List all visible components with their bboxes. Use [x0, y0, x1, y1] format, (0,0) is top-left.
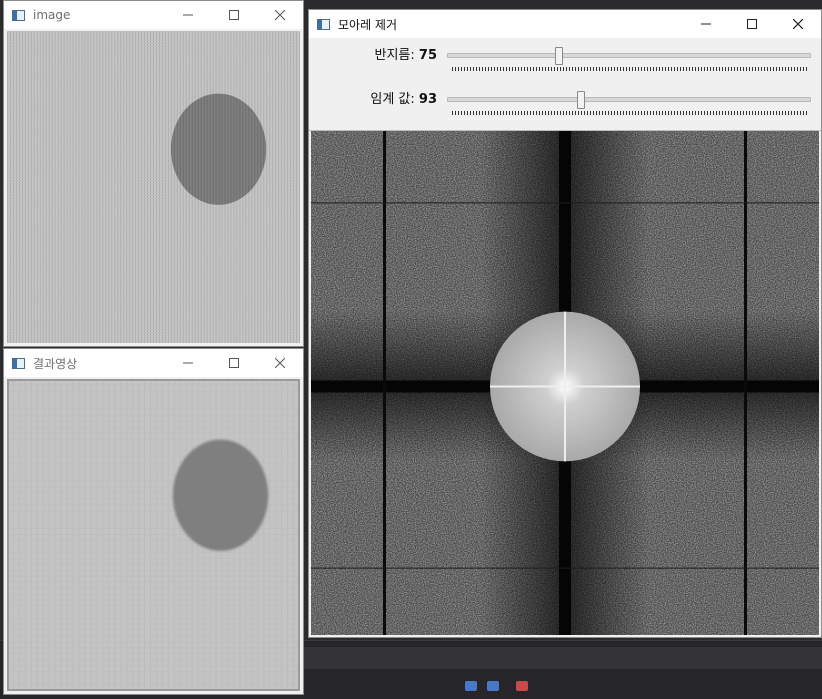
maximize-icon[interactable]: [211, 349, 257, 377]
app-icon: [12, 9, 25, 21]
radius-trackbar: 반지름: 75: [309, 38, 821, 82]
input-image: [7, 31, 300, 343]
trackbar-thumb[interactable]: [577, 91, 586, 109]
taskbar-glyph: [516, 681, 528, 691]
trackbar-track[interactable]: [447, 91, 811, 109]
result-window: 결과영상: [3, 348, 304, 695]
title-bar[interactable]: 모아레 제거: [309, 10, 821, 38]
trackbar-track[interactable]: [447, 47, 811, 65]
result-image: [5, 377, 302, 693]
trackbar-ticks: [452, 67, 807, 71]
trackbar-label: 임계 값: 93: [370, 92, 437, 107]
background-app-toolbar: [300, 647, 822, 669]
trackbar-panel: 반지름: 75 임계 값: 93: [309, 38, 821, 131]
window-title: 결과영상: [33, 356, 78, 371]
maximize-icon[interactable]: [211, 1, 257, 29]
title-bar[interactable]: 결과영상: [4, 349, 303, 377]
input-image-canvas: [7, 31, 300, 343]
spectrum-canvas: [311, 131, 819, 635]
trackbar-thumb[interactable]: [555, 47, 564, 65]
minimize-icon[interactable]: [683, 10, 729, 38]
taskbar-glyph: [487, 681, 499, 691]
close-icon[interactable]: [257, 1, 303, 29]
minimize-icon[interactable]: [165, 1, 211, 29]
trackbar-label: 반지름: 75: [374, 48, 438, 63]
app-icon: [317, 18, 330, 30]
app-icon: [12, 357, 25, 369]
maximize-icon[interactable]: [729, 10, 775, 38]
trackbar-ticks: [452, 111, 807, 115]
minimize-icon[interactable]: [165, 349, 211, 377]
window-title: 모아레 제거: [338, 17, 398, 32]
result-image-canvas: [5, 377, 302, 693]
close-icon[interactable]: [257, 349, 303, 377]
frequency-spectrum: [311, 131, 819, 635]
title-bar[interactable]: image: [4, 1, 303, 29]
window-title: image: [33, 8, 71, 22]
image-window: image: [3, 0, 304, 347]
taskbar-glyph: [465, 681, 477, 691]
threshold-trackbar: 임계 값: 93: [309, 82, 821, 126]
close-icon[interactable]: [775, 10, 821, 38]
moire-removal-window: 모아레 제거 반지름: 75 임계 값: 93: [308, 9, 822, 638]
